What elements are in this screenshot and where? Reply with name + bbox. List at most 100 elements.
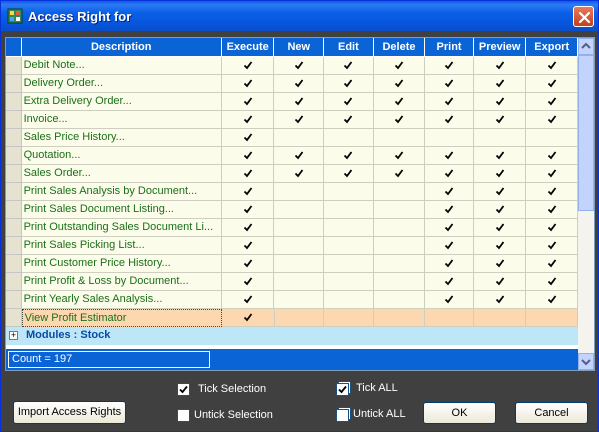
permission-cell-execute[interactable]: [221, 111, 275, 129]
permission-cell-preview[interactable]: [473, 165, 527, 183]
permission-cell-execute[interactable]: [221, 165, 275, 183]
permission-cell-new[interactable]: [274, 57, 325, 75]
permission-cell-edit[interactable]: [324, 237, 374, 255]
permission-cell-print[interactable]: [425, 255, 474, 273]
column-header-export[interactable]: Export: [526, 38, 578, 57]
access-rights-grid[interactable]: Description Execute New Edit Delete Print Prev…: [5, 37, 595, 371]
permission-cell-print[interactable]: [425, 147, 474, 165]
permission-cell-execute[interactable]: [221, 75, 275, 93]
permission-cell-edit[interactable]: [324, 147, 374, 165]
permission-cell-execute[interactable]: [221, 237, 275, 255]
table-row[interactable]: Print Profit & Loss by Document...: [6, 273, 578, 291]
permission-cell-new[interactable]: [274, 255, 325, 273]
permission-cell-delete[interactable]: [373, 93, 426, 111]
permission-cell-delete[interactable]: [373, 129, 426, 147]
column-header-edit[interactable]: Edit: [324, 38, 374, 57]
column-header-print[interactable]: Print: [425, 38, 474, 57]
scroll-thumb[interactable]: [578, 55, 594, 211]
vertical-scrollbar[interactable]: [578, 38, 594, 370]
permission-cell-preview[interactable]: [473, 57, 527, 75]
permission-cell-execute[interactable]: [221, 309, 275, 327]
permission-cell-delete[interactable]: [373, 57, 426, 75]
permission-cell-execute[interactable]: [221, 219, 275, 237]
table-row[interactable]: Print Outstanding Sales Document Li...: [6, 219, 578, 237]
column-header-description[interactable]: Description: [21, 38, 222, 57]
permission-cell-print[interactable]: [425, 237, 474, 255]
permission-cell-print[interactable]: [425, 57, 474, 75]
permission-cell-preview[interactable]: [473, 219, 527, 237]
permission-cell-delete[interactable]: [373, 183, 426, 201]
column-header-execute[interactable]: Execute: [221, 38, 275, 57]
permission-cell-print[interactable]: [425, 201, 474, 219]
permission-cell-edit[interactable]: [324, 255, 374, 273]
table-row[interactable]: Extra Delivery Order...: [6, 93, 578, 111]
ok-button[interactable]: OK: [423, 402, 496, 424]
permission-cell-edit[interactable]: [324, 219, 374, 237]
permission-cell-export[interactable]: [526, 291, 578, 309]
permission-cell-export[interactable]: [526, 75, 578, 93]
permission-cell-new[interactable]: [274, 273, 325, 291]
permission-cell-edit[interactable]: [324, 111, 374, 129]
group-row-stock[interactable]: + Modules : Stock: [6, 327, 578, 345]
permission-cell-new[interactable]: [274, 219, 325, 237]
permission-cell-execute[interactable]: [221, 57, 275, 75]
permission-cell-edit[interactable]: [324, 93, 374, 111]
permission-cell-execute[interactable]: [221, 201, 275, 219]
permission-cell-delete[interactable]: [373, 147, 426, 165]
column-header-delete[interactable]: Delete: [373, 38, 426, 57]
permission-cell-print[interactable]: [425, 111, 474, 129]
permission-cell-edit[interactable]: [324, 273, 374, 291]
permission-cell-delete[interactable]: [373, 291, 426, 309]
table-row[interactable]: Invoice...: [6, 111, 578, 129]
permission-cell-preview[interactable]: [473, 129, 527, 147]
permission-cell-delete[interactable]: [373, 273, 426, 291]
permission-cell-print[interactable]: [425, 165, 474, 183]
permission-cell-export[interactable]: [526, 309, 579, 327]
scroll-down-button[interactable]: [578, 353, 594, 370]
scroll-up-button[interactable]: [578, 38, 594, 55]
table-row[interactable]: Print Sales Picking List...: [6, 237, 578, 255]
tick-all-label[interactable]: Tick ALL: [356, 382, 398, 394]
permission-cell-export[interactable]: [526, 111, 578, 129]
tick-selection-label[interactable]: Tick Selection: [198, 383, 266, 395]
permission-cell-new[interactable]: [274, 165, 325, 183]
untick-all-checkbox-icon[interactable]: [336, 407, 351, 422]
permission-cell-export[interactable]: [526, 273, 578, 291]
permission-cell-preview[interactable]: [473, 93, 527, 111]
table-row[interactable]: Print Sales Analysis by Document...: [6, 183, 578, 201]
permission-cell-preview[interactable]: [473, 183, 527, 201]
table-row[interactable]: Sales Order...: [6, 165, 578, 183]
permission-cell-print[interactable]: [425, 129, 474, 147]
permission-cell-edit[interactable]: [324, 309, 374, 327]
permission-cell-print[interactable]: [425, 183, 474, 201]
table-row[interactable]: Quotation...: [6, 147, 578, 165]
permission-cell-print[interactable]: [425, 309, 474, 327]
permission-cell-print[interactable]: [425, 75, 474, 93]
untick-all-label[interactable]: Untick ALL: [353, 408, 406, 420]
permission-cell-new[interactable]: [274, 129, 325, 147]
permission-cell-delete[interactable]: [373, 237, 426, 255]
permission-cell-new[interactable]: [274, 93, 325, 111]
permission-cell-new[interactable]: [274, 291, 325, 309]
permission-cell-preview[interactable]: [473, 273, 527, 291]
permission-cell-new[interactable]: [274, 75, 325, 93]
tick-all-checkbox-icon[interactable]: [336, 381, 351, 396]
column-header-new[interactable]: New: [274, 38, 325, 57]
permission-cell-export[interactable]: [526, 219, 578, 237]
permission-cell-new[interactable]: [274, 201, 325, 219]
permission-cell-execute[interactable]: [221, 255, 275, 273]
tick-selection-checkbox-icon[interactable]: [177, 383, 190, 396]
table-row[interactable]: Debit Note...: [6, 57, 578, 75]
permission-cell-edit[interactable]: [324, 165, 374, 183]
expand-icon[interactable]: +: [9, 331, 18, 340]
permission-cell-preview[interactable]: [473, 309, 527, 327]
permission-cell-preview[interactable]: [473, 75, 527, 93]
permission-cell-export[interactable]: [526, 201, 578, 219]
table-row[interactable]: Print Yearly Sales Analysis...: [6, 291, 578, 309]
permission-cell-delete[interactable]: [373, 201, 426, 219]
table-row[interactable]: Print Customer Price History...: [6, 255, 578, 273]
permission-cell-export[interactable]: [526, 93, 578, 111]
permission-cell-edit[interactable]: [324, 201, 374, 219]
permission-cell-edit[interactable]: [324, 75, 374, 93]
permission-cell-execute[interactable]: [221, 291, 275, 309]
